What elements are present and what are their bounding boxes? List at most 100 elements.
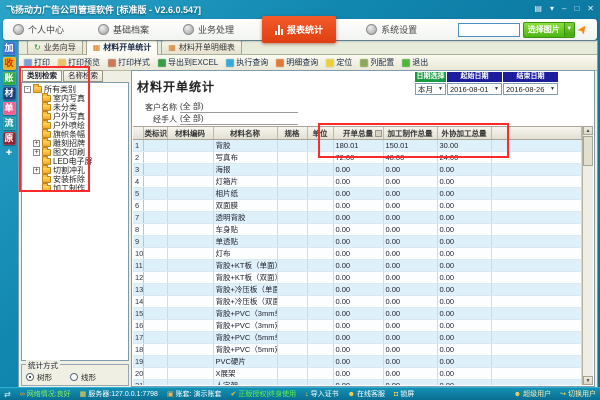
vertical-scrollbar[interactable]: ▲ ▼ (582, 126, 593, 385)
status-switch-user[interactable]: ↪切换用户 (560, 389, 596, 399)
scroll-down-icon[interactable]: ▼ (583, 376, 593, 385)
side-strip-button-1[interactable]: 收 (3, 57, 16, 70)
table-row[interactable]: 10灯布0.000.000.00 (133, 248, 582, 260)
table-row[interactable]: 17背胶+PVC（5mm单0.000.000.00 (133, 332, 582, 344)
col-header-9[interactable] (491, 127, 582, 140)
status-network[interactable]: ∞网络情况:良好 (20, 389, 71, 399)
table-row[interactable]: 12背胶+KT板（双面）0.000.000.00 (133, 272, 582, 284)
folder-icon (33, 86, 42, 93)
table-row[interactable]: 14背胶+冷压板（双面）0.000.000.00 (133, 296, 582, 308)
toolbar-button-1[interactable]: 打印预览 (58, 57, 100, 68)
maximize-icon[interactable]: □ (574, 4, 579, 14)
close-icon[interactable]: ✕ (587, 4, 594, 14)
table-row[interactable]: 5相片纸0.000.000.00 (133, 188, 582, 200)
expand-icon[interactable]: + (33, 167, 40, 174)
table-row[interactable]: 6双面膜0.000.000.00 (133, 200, 582, 212)
table-row[interactable]: 13背胶+冷压板（单面）0.000.000.00 (133, 284, 582, 296)
date-filter-select-2[interactable]: 2016-08-26▼ (503, 83, 558, 95)
side-strip-button-0[interactable]: 加 (3, 42, 16, 55)
date-filter-select-1[interactable]: 2016-08-01▼ (447, 83, 502, 95)
document-icon[interactable]: ▤ (534, 4, 542, 14)
col-header-0[interactable] (133, 127, 143, 140)
table-row[interactable]: 3海报0.000.000.00 (133, 164, 582, 176)
expand-icon[interactable]: + (33, 149, 40, 156)
col-header-7[interactable]: 加工制作总量 (383, 127, 437, 140)
status-label: 服务器:127.0.0.1:7798 (88, 389, 158, 399)
skin-icon[interactable]: ▾ (550, 4, 554, 14)
table-row[interactable]: 9单透贴0.000.000.00 (133, 236, 582, 248)
nav-item-4[interactable]: 系统设置 (366, 23, 417, 36)
toolbar-button-7[interactable]: 列配置 (360, 57, 394, 68)
status-super-user[interactable]: ☻超级用户 (514, 389, 551, 399)
status-lock-screen[interactable]: ◘锁屏 (394, 389, 414, 399)
link-icon: ∞ (20, 391, 25, 398)
status-import-cert[interactable]: ↓导入证书 (305, 389, 339, 399)
side-strip-button-7[interactable]: + (3, 147, 16, 160)
tree-item-10[interactable]: 加工制作 (24, 184, 128, 193)
stats-mode-option-1[interactable]: 线形 (70, 372, 96, 383)
table-row[interactable]: 16背胶+PVC（3mm双0.000.000.00 (133, 320, 582, 332)
nav-item-0[interactable]: 个人中心 (13, 23, 64, 36)
filter-value[interactable]: (全 部) (180, 113, 298, 125)
minimize-icon[interactable]: – (562, 4, 566, 14)
nav-item-2[interactable]: 业务处理 (183, 23, 234, 36)
table-row[interactable]: 2写真布72.0048.0024.00 (133, 152, 582, 164)
toolbar-button-2[interactable]: 打印样式 (108, 57, 150, 68)
col-header-3[interactable]: 材料名称 (213, 127, 277, 140)
col-header-5[interactable]: 单位 (307, 127, 333, 140)
table-row[interactable]: 21人字架0.000.000.00 (133, 380, 582, 386)
user-icon: ☻ (514, 391, 521, 398)
expand-icon[interactable]: + (33, 140, 40, 147)
table-row[interactable]: 15背胶+PVC（3mm单0.000.000.00 (133, 308, 582, 320)
chevron-down-icon[interactable]: ▼ (564, 23, 574, 36)
toolbar-button-4[interactable]: 执行查询 (226, 57, 268, 68)
status-license[interactable]: ✔正版授权|终身使用 (230, 389, 296, 399)
side-strip-button-2[interactable]: 账 (3, 72, 16, 85)
chevron-down-icon: ▼ (550, 86, 555, 92)
table-row[interactable]: 18背胶+PVC（5mm双0.000.000.00 (133, 344, 582, 356)
table-row[interactable]: 1背胶180.01150.0130.00 (133, 140, 582, 152)
status-label: 账套: 演示账套 (176, 389, 222, 399)
toolbar-button-8[interactable]: 退出 (402, 57, 428, 68)
side-strip-button-4[interactable]: 单 (3, 102, 16, 115)
table-row[interactable]: 19PVC硬片0.000.000.00 (133, 356, 582, 368)
toolbar-button-0[interactable]: 打印 (24, 57, 50, 68)
table-row[interactable]: 7透明背胶0.000.000.00 (133, 212, 582, 224)
nav-item-label: 个人中心 (28, 23, 64, 36)
date-filter-select-0[interactable]: 本月▼ (415, 83, 446, 95)
toolbar-button-5[interactable]: 明细查询 (276, 57, 318, 68)
content-area: 类别检索名称检索 -所有类别室内写真未分类户外写真户外喷绘旗帜条幅+雕刻招牌+图… (19, 70, 597, 387)
scroll-thumb[interactable] (583, 136, 593, 166)
window-controls: ▤ ▾–□ ✕ (534, 4, 594, 14)
toolbar-button-3[interactable]: 导出到EXCEL (158, 57, 218, 68)
status-account-set[interactable]: ▣账套: 演示账套 (167, 389, 222, 399)
table-row[interactable]: 20X展架0.000.000.00 (133, 368, 582, 380)
side-strip-button-3[interactable]: 材 (3, 87, 16, 100)
filter-value[interactable]: (全 部) (180, 101, 298, 113)
collapse-icon[interactable]: - (24, 86, 31, 93)
side-strip-button-6[interactable]: 原 (3, 132, 16, 145)
nav-item-1[interactable]: 基础档案 (98, 23, 149, 36)
col-header-4[interactable]: 规格 (277, 127, 307, 140)
nav-item-3[interactable]: 报表统计 (262, 16, 336, 43)
col-header-1[interactable]: 类标识 (143, 127, 167, 140)
search-tab-0[interactable]: 类别检索 (22, 70, 62, 82)
status-label: 正版授权|终身使用 (238, 389, 296, 399)
col-header-6[interactable]: 开单总量 (333, 127, 383, 140)
nav-item-label: 基础档案 (113, 23, 149, 36)
table-row[interactable]: 4灯箱片0.000.000.00 (133, 176, 582, 188)
select-image-button[interactable]: 选择图片 ▼ (523, 22, 575, 38)
col-header-2[interactable]: 材料编码 (167, 127, 213, 140)
col-header-8[interactable]: 外协加工总量 (437, 127, 491, 140)
search-tab-1[interactable]: 名称检索 (63, 70, 103, 82)
table-row[interactable]: 11背胶+KT板（单面）0.000.000.00 (133, 260, 582, 272)
image-search-input[interactable] (458, 23, 520, 37)
status-server[interactable]: ▦服务器:127.0.0.1:7798 (80, 389, 158, 399)
stats-mode-option-0[interactable]: 树形 (26, 372, 52, 383)
side-strip-button-5[interactable]: 流 (3, 117, 16, 130)
table-row[interactable]: 8车身贴0.000.000.00 (133, 224, 582, 236)
status-online-service[interactable]: ☻在线客服 (348, 389, 385, 399)
scroll-up-icon[interactable]: ▲ (583, 126, 593, 135)
check-icon: ✔ (230, 391, 236, 398)
toolbar-button-6[interactable]: 定位 (326, 57, 352, 68)
